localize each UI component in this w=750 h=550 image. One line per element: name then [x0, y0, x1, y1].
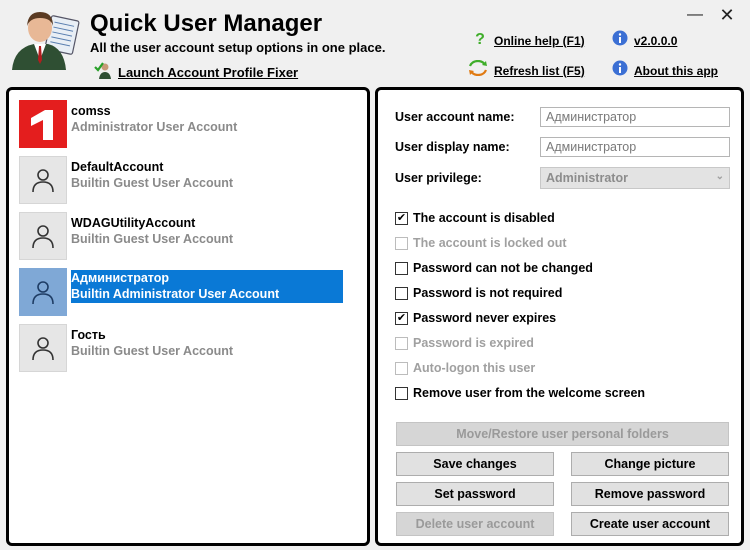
cannot-change-password-checkbox[interactable]: Password can not be changed: [395, 261, 593, 275]
user-description: Builtin Guest User Account: [71, 232, 234, 246]
privilege-label: User privilege:: [395, 171, 482, 185]
change-picture-button[interactable]: Change picture: [571, 452, 729, 476]
user-name: WDAGUtilityAccount: [71, 216, 196, 230]
launch-profile-fixer-link[interactable]: Launch Account Profile Fixer: [94, 61, 298, 84]
password-expired-checkbox[interactable]: Password is expired: [395, 336, 534, 350]
display-name-label: User display name:: [395, 140, 510, 154]
privilege-value: Administrator: [546, 171, 628, 185]
account-name-field[interactable]: [540, 107, 730, 127]
user-icon: [19, 268, 67, 316]
save-changes-button[interactable]: Save changes: [396, 452, 554, 476]
app-title: Quick User Manager: [90, 10, 323, 37]
version-label: v2.0.0.0: [634, 33, 678, 48]
info-icon: [612, 30, 628, 51]
user-name: Гость: [71, 328, 106, 342]
check-icon: ✔: [395, 211, 408, 225]
user-list-item[interactable]: comss Administrator User Account: [19, 100, 343, 150]
comss-logo-icon: [19, 100, 67, 148]
user-icon: [19, 156, 67, 204]
user-list-item[interactable]: WDAGUtilityAccount Builtin Guest User Ac…: [19, 212, 343, 262]
about-link[interactable]: About this app: [612, 60, 718, 81]
display-name-field[interactable]: [540, 137, 730, 157]
launch-profile-fixer-label: Launch Account Profile Fixer: [118, 65, 299, 80]
app-logo-icon: [8, 4, 80, 72]
checkbox-label: Remove user from the welcome screen: [413, 386, 646, 400]
user-list-item[interactable]: Гость Builtin Guest User Account: [19, 324, 343, 374]
user-icon: [19, 324, 67, 372]
account-name-label: User account name:: [395, 110, 515, 124]
user-tick-icon: [94, 61, 112, 84]
question-icon: ?: [472, 30, 488, 51]
check-icon: ✔: [395, 311, 408, 325]
info-icon: [612, 60, 628, 81]
remove-password-button[interactable]: Remove password: [571, 482, 729, 506]
user-icon: [19, 212, 67, 260]
delete-user-button[interactable]: Delete user account: [396, 512, 554, 536]
refresh-list-label: Refresh list (F5): [494, 63, 585, 78]
user-description: Builtin Guest User Account: [71, 344, 234, 358]
checkbox-label: Password is not required: [413, 286, 563, 300]
svg-text:?: ?: [475, 31, 485, 46]
app-subtitle: All the user account setup options in on…: [90, 40, 386, 55]
create-user-button[interactable]: Create user account: [571, 512, 729, 536]
user-description: Builtin Guest User Account: [71, 176, 234, 190]
user-name: DefaultAccount: [71, 160, 164, 174]
user-description: Administrator User Account: [71, 120, 238, 134]
checkbox-label: The account is locked out: [413, 236, 567, 250]
user-name: Администратор: [71, 271, 170, 285]
checkbox-label: Auto-logon this user: [413, 361, 536, 375]
disabled-checkbox[interactable]: ✔ The account is disabled: [395, 211, 555, 225]
set-password-button[interactable]: Set password: [396, 482, 554, 506]
password-never-expires-checkbox[interactable]: ✔ Password never expires: [395, 311, 556, 325]
checkbox-label: Password never expires: [413, 311, 557, 325]
user-list: comss Administrator User Account Default…: [6, 87, 370, 546]
privilege-select[interactable]: Administrator ⌄: [540, 167, 730, 189]
user-properties-panel: User account name: User display name: Us…: [375, 87, 744, 546]
chevron-down-icon: ⌄: [715, 171, 724, 182]
about-label: About this app: [634, 63, 718, 78]
auto-logon-checkbox[interactable]: Auto-logon this user: [395, 361, 535, 375]
minimize-icon[interactable]: ―: [684, 4, 706, 26]
user-list-item[interactable]: DefaultAccount Builtin Guest User Accoun…: [19, 156, 343, 206]
checkbox-label: Password is expired: [413, 336, 534, 350]
user-list-item-selected[interactable]: Администратор Builtin Administrator User…: [19, 268, 343, 318]
user-description: Builtin Administrator User Account: [71, 287, 280, 301]
close-icon[interactable]: ✕: [716, 4, 738, 26]
checkbox-label: Password can not be changed: [413, 261, 593, 275]
refresh-list-link[interactable]: Refresh list (F5): [468, 59, 585, 81]
refresh-icon: [468, 59, 488, 81]
password-not-required-checkbox[interactable]: Password is not required: [395, 286, 562, 300]
version-link[interactable]: v2.0.0.0: [612, 30, 677, 51]
user-name: comss: [71, 104, 111, 118]
locked-out-checkbox[interactable]: The account is locked out: [395, 236, 567, 250]
online-help-label: Online help (F1): [494, 33, 585, 48]
checkbox-label: The account is disabled: [413, 211, 555, 225]
online-help-link[interactable]: ? Online help (F1): [472, 30, 585, 51]
move-restore-folders-button[interactable]: Move/Restore user personal folders: [396, 422, 729, 446]
remove-from-welcome-checkbox[interactable]: Remove user from the welcome screen: [395, 386, 645, 400]
